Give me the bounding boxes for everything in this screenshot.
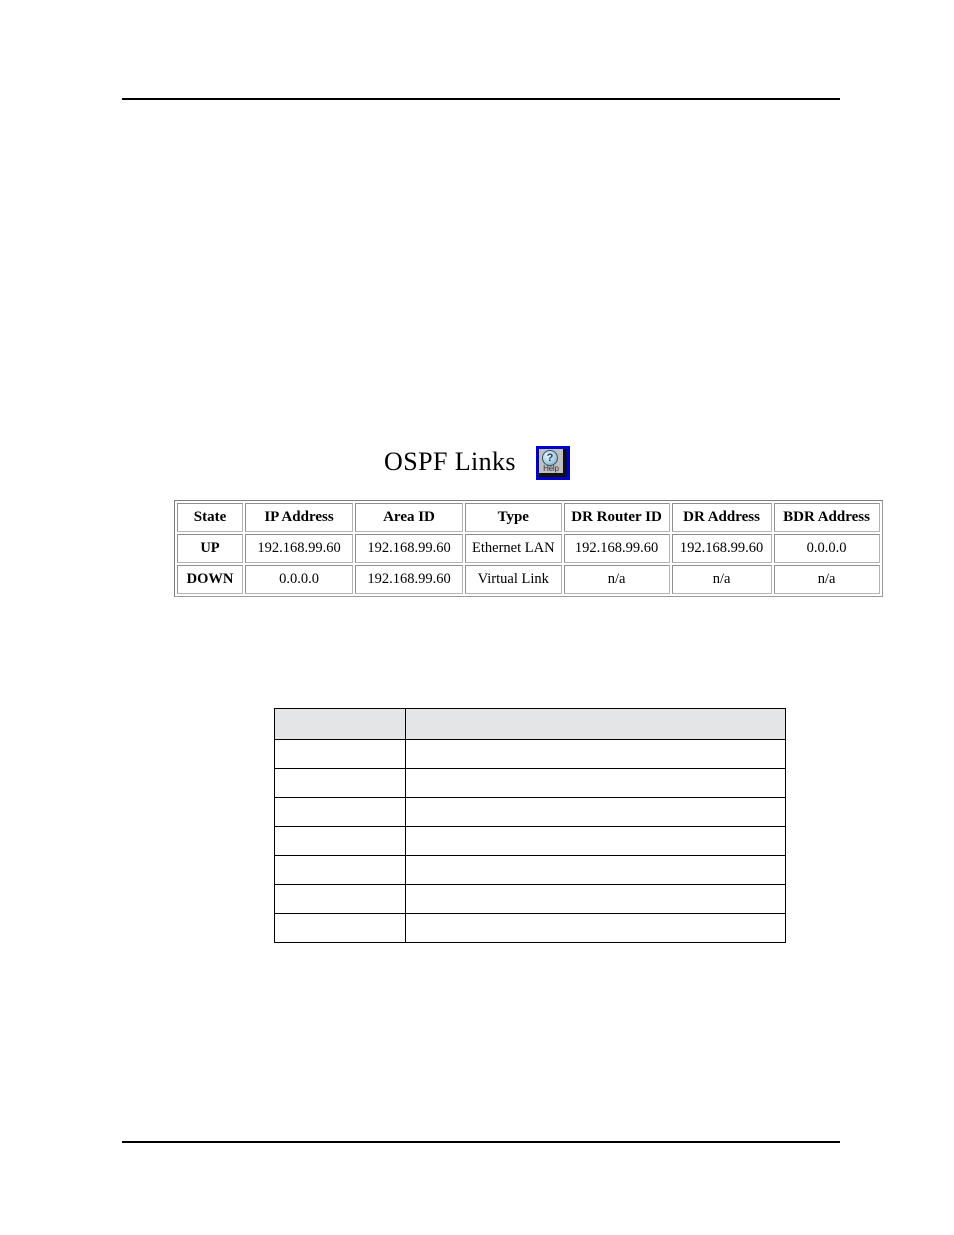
page-header-rule <box>122 98 840 100</box>
help-button[interactable]: ? Help <box>535 446 570 480</box>
table-row: DOWN 0.0.0.0 192.168.99.60 Virtual Link … <box>177 565 880 594</box>
table-row <box>273 768 786 798</box>
table-row <box>273 913 786 943</box>
table-row: UP 192.168.99.60 192.168.99.60 Ethernet … <box>177 534 880 563</box>
ospf-links-table-container: State IP Address Area ID Type DR Router … <box>174 500 883 597</box>
cell-field <box>273 913 407 943</box>
table-header-row <box>273 708 786 740</box>
column-header-area-id: Area ID <box>355 503 463 532</box>
help-button-face: ? Help <box>538 449 567 477</box>
page-title: OSPF Links <box>384 447 516 476</box>
help-button-label: Help <box>543 464 559 473</box>
column-header-state: State <box>177 503 243 532</box>
table-row <box>273 797 786 827</box>
cell-dr-router-id: 192.168.99.60 <box>563 534 670 563</box>
cell-field <box>273 739 407 769</box>
column-header-dr-address: DR Address <box>671 503 772 532</box>
cell-description <box>405 855 786 885</box>
ospf-links-table: State IP Address Area ID Type DR Router … <box>174 500 883 597</box>
cell-ip-address: 0.0.0.0 <box>245 565 353 594</box>
page-footer-rule <box>122 1141 840 1143</box>
cell-dr-router-id: n/a <box>563 565 670 594</box>
column-header-type: Type <box>465 503 562 532</box>
cell-description <box>405 739 786 769</box>
column-header-dr-router-id: DR Router ID <box>563 503 670 532</box>
cell-description <box>405 913 786 943</box>
cell-state: DOWN <box>177 565 243 594</box>
page-heading-block: OSPF Links ? Help <box>0 440 954 486</box>
column-header-bdr-address: BDR Address <box>773 503 880 532</box>
cell-field <box>273 884 407 914</box>
column-header-field <box>273 708 407 740</box>
table-row <box>273 739 786 769</box>
table-row <box>273 855 786 885</box>
table-row <box>273 826 786 856</box>
cell-description <box>405 884 786 914</box>
cell-ip-address: 192.168.99.60 <box>245 534 353 563</box>
cell-description <box>405 826 786 856</box>
cell-description <box>405 797 786 827</box>
cell-dr-address: 192.168.99.60 <box>671 534 772 563</box>
cell-type: Ethernet LAN <box>465 534 562 563</box>
field-descriptions-table-container <box>273 708 786 943</box>
cell-field <box>273 826 407 856</box>
cell-bdr-address: 0.0.0.0 <box>773 534 880 563</box>
cell-field <box>273 768 407 798</box>
column-header-description <box>405 708 786 740</box>
cell-area-id: 192.168.99.60 <box>355 565 463 594</box>
column-header-ip-address: IP Address <box>245 503 353 532</box>
cell-bdr-address: n/a <box>773 565 880 594</box>
table-header-row: State IP Address Area ID Type DR Router … <box>177 503 880 532</box>
table-row <box>273 884 786 914</box>
cell-field <box>273 855 407 885</box>
field-descriptions-table <box>273 708 786 943</box>
cell-type: Virtual Link <box>465 565 562 594</box>
cell-field <box>273 797 407 827</box>
cell-description <box>405 768 786 798</box>
cell-dr-address: n/a <box>671 565 772 594</box>
cell-state: UP <box>177 534 243 563</box>
cell-area-id: 192.168.99.60 <box>355 534 463 563</box>
